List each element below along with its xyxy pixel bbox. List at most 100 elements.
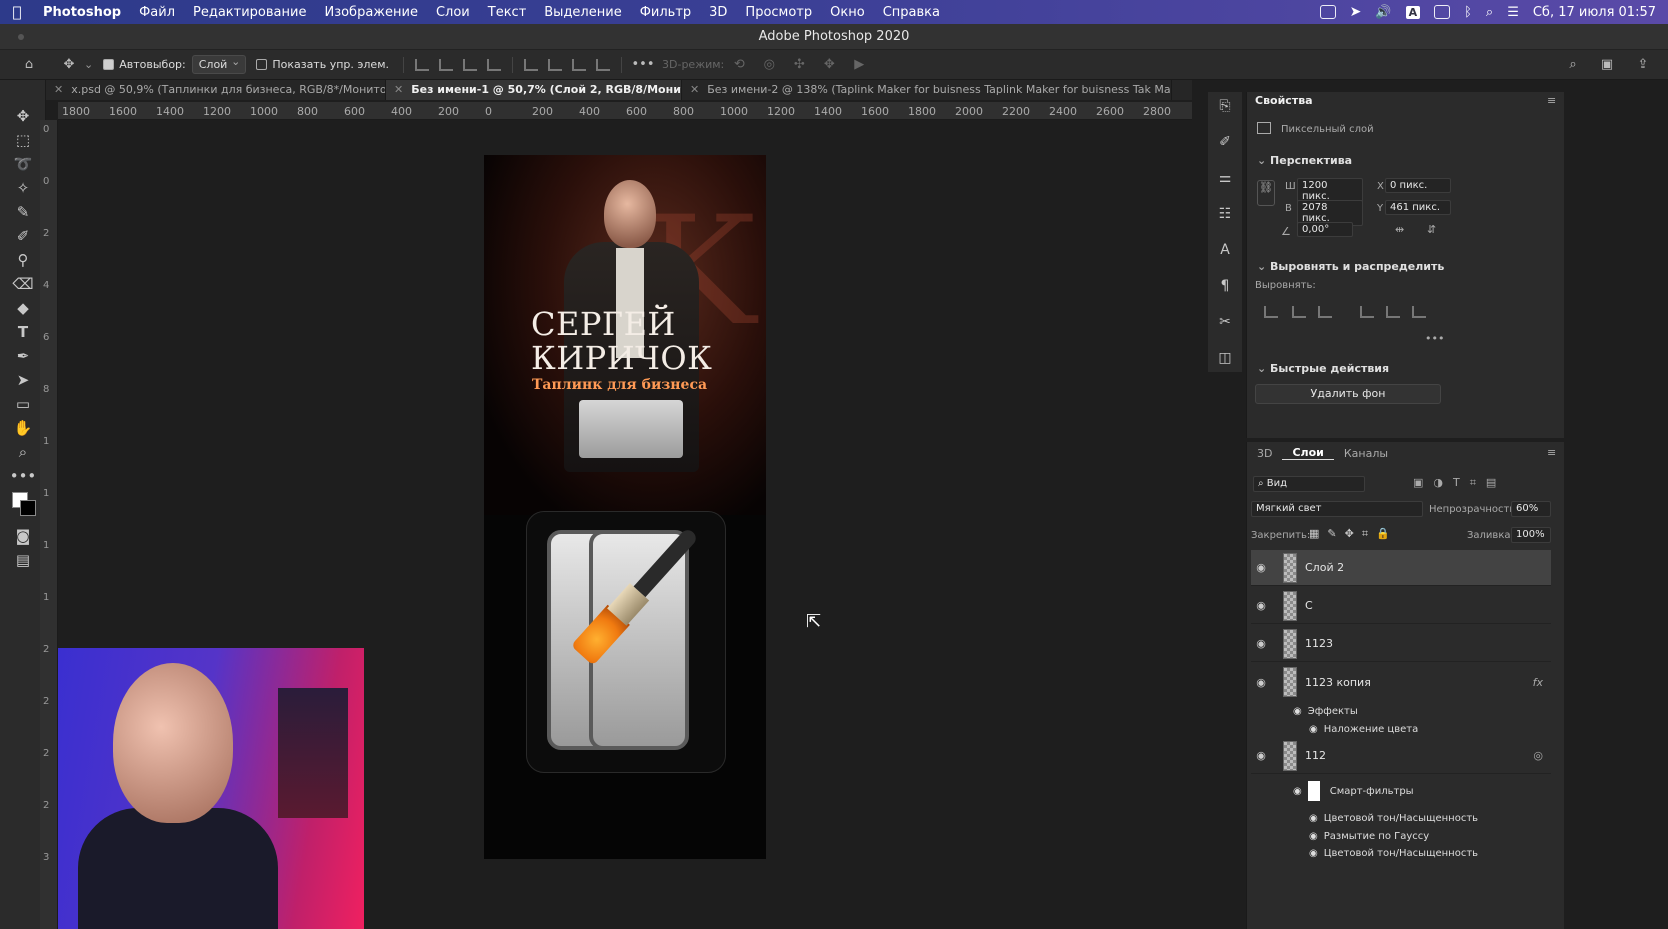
menu-view[interactable]: Просмотр bbox=[736, 5, 821, 20]
menu-file[interactable]: Файл bbox=[130, 5, 184, 20]
search-icon[interactable]: ⌕ bbox=[1562, 55, 1584, 75]
smart-object-icon[interactable]: ◎ bbox=[1533, 749, 1543, 762]
tab-document-1[interactable]: ✕ x.psd @ 50,9% (Таплинки для бизнеса, RG… bbox=[46, 80, 386, 100]
battery-icon[interactable] bbox=[1434, 5, 1451, 19]
roll-3d-icon[interactable]: ◎ bbox=[758, 55, 780, 75]
more-options-icon[interactable]: ••• bbox=[632, 55, 655, 75]
distribute-v-icon[interactable] bbox=[596, 58, 610, 71]
eye-icon[interactable]: ◉ bbox=[1251, 749, 1271, 762]
panel-menu-icon[interactable]: ≡ bbox=[1547, 446, 1556, 459]
y-field[interactable]: 461 пикс. bbox=[1385, 200, 1451, 215]
screenshot-icon[interactable] bbox=[1319, 5, 1336, 19]
share-icon[interactable]: ⇪ bbox=[1632, 55, 1654, 75]
tab-3d[interactable]: 3D bbox=[1247, 447, 1282, 460]
apple-icon[interactable]:  bbox=[0, 3, 34, 21]
eye-icon[interactable]: ◉ bbox=[1293, 786, 1302, 797]
panel-menu-icon[interactable]: ≡ bbox=[1547, 94, 1556, 107]
fill-field[interactable]: 100% bbox=[1511, 527, 1551, 543]
align-center-h-icon[interactable] bbox=[439, 58, 453, 71]
align-top-icon[interactable] bbox=[524, 58, 538, 71]
menu-clock[interactable]: Сб, 17 июля 01:57 bbox=[1533, 5, 1656, 20]
lock-icons[interactable]: ▦✎✥⌗🔒 bbox=[1309, 527, 1398, 541]
search-icon[interactable]: ⌕ bbox=[1486, 5, 1493, 20]
link-icon[interactable]: ⛓ bbox=[1257, 180, 1275, 206]
blend-mode-dropdown[interactable]: Мягкий свет bbox=[1251, 501, 1423, 517]
document-canvas[interactable]: K СЕРГЕЙ КИРИЧОК Таплинк для бизнеса bbox=[484, 155, 766, 859]
eye-icon[interactable]: ◉ bbox=[1309, 724, 1318, 735]
menu-text[interactable]: Текст bbox=[479, 5, 536, 20]
fx-icon[interactable]: fx bbox=[1533, 676, 1543, 689]
remove-background-button[interactable]: Удалить фон bbox=[1255, 384, 1441, 404]
menu-edit[interactable]: Редактирование bbox=[184, 5, 315, 20]
eye-icon[interactable]: ◉ bbox=[1309, 831, 1318, 842]
control-center-icon[interactable]: ☰ bbox=[1507, 5, 1519, 20]
eye-icon[interactable]: ◉ bbox=[1251, 599, 1271, 612]
layer-row[interactable]: ◉ 1123 копия fx bbox=[1251, 664, 1551, 700]
volume-icon[interactable]: 🔊 bbox=[1375, 5, 1391, 20]
paragraph-icon[interactable]: ¶ bbox=[1208, 272, 1242, 300]
menu-filter[interactable]: Фильтр bbox=[631, 5, 700, 20]
angle-field[interactable]: 0,00° bbox=[1297, 222, 1353, 237]
more-icon[interactable]: ••• bbox=[1425, 332, 1444, 345]
align-bottom-icon[interactable] bbox=[572, 58, 586, 71]
eye-icon[interactable]: ◉ bbox=[1293, 706, 1302, 717]
align-right-icon[interactable] bbox=[1318, 306, 1332, 318]
flip-vertical-icon[interactable]: ⇵ bbox=[1427, 223, 1436, 236]
eye-icon[interactable]: ◉ bbox=[1251, 676, 1271, 689]
smart-filter-row[interactable]: ◉ Цветовой тон/Насыщенность bbox=[1309, 809, 1478, 827]
orbit-3d-icon[interactable]: ⟲ bbox=[728, 55, 750, 75]
align-left-icon[interactable] bbox=[1264, 306, 1278, 318]
menu-select[interactable]: Выделение bbox=[535, 5, 630, 20]
align-left-icon[interactable] bbox=[415, 58, 429, 71]
align-middle-v-icon[interactable] bbox=[548, 58, 562, 71]
input-language-icon[interactable]: A bbox=[1405, 5, 1421, 19]
eye-icon[interactable]: ◉ bbox=[1251, 561, 1271, 574]
window-control-dot[interactable] bbox=[18, 34, 24, 40]
menu-layers[interactable]: Слои bbox=[427, 5, 479, 20]
move-tool-icon[interactable]: ✥ bbox=[58, 55, 80, 75]
tab-document-3[interactable]: ✕ Без имени-2 @ 138% (Taplink Maker for b… bbox=[682, 80, 1172, 100]
layer-row[interactable]: ◉ Слой 2 bbox=[1251, 550, 1551, 586]
smart-filter-row[interactable]: ◉ Размытие по Гауссу bbox=[1309, 827, 1429, 845]
menu-help[interactable]: Справка bbox=[874, 5, 949, 20]
layer-row[interactable]: ◉ 1123 bbox=[1251, 626, 1551, 662]
show-controls-checkbox[interactable] bbox=[256, 59, 268, 70]
perspective-section[interactable]: Перспектива bbox=[1251, 154, 1352, 167]
close-icon[interactable]: ✕ bbox=[394, 83, 403, 96]
align-right-icon[interactable] bbox=[463, 58, 477, 71]
tool-preset-dropdown-icon[interactable]: ⌄ bbox=[84, 58, 93, 71]
x-field[interactable]: 0 пикс. bbox=[1385, 178, 1451, 193]
character-icon[interactable]: A bbox=[1208, 236, 1242, 264]
slide-3d-icon[interactable]: ✥ bbox=[818, 55, 840, 75]
filter-icons[interactable]: ▣◑T⌗▤ bbox=[1413, 476, 1506, 490]
tab-layers[interactable]: Слои bbox=[1282, 446, 1334, 460]
align-section[interactable]: Выровнять и распределить bbox=[1251, 260, 1444, 273]
history-icon[interactable]: ⎘ bbox=[1208, 92, 1242, 120]
menu-3d[interactable]: 3D bbox=[700, 5, 736, 20]
align-bottom-icon[interactable] bbox=[1412, 306, 1426, 318]
eye-icon[interactable]: ◉ bbox=[1309, 813, 1318, 824]
tools-preset-icon[interactable]: ✂ bbox=[1208, 308, 1242, 336]
bluetooth-icon[interactable]: ᛒ bbox=[1464, 5, 1472, 20]
eye-icon[interactable]: ◉ bbox=[1251, 637, 1271, 650]
close-icon[interactable]: ✕ bbox=[690, 83, 699, 96]
menu-app-name[interactable]: Photoshop bbox=[34, 5, 130, 20]
quick-actions-section[interactable]: Быстрые действия bbox=[1251, 362, 1389, 375]
layer-row[interactable]: ◉ С bbox=[1251, 588, 1551, 624]
close-icon[interactable]: ✕ bbox=[54, 83, 63, 96]
layer-filter-dropdown[interactable]: ⌕ Вид bbox=[1253, 476, 1365, 492]
brush-settings-icon[interactable]: ✐ bbox=[1208, 128, 1242, 156]
effects-row[interactable]: ◉ Эффекты bbox=[1293, 702, 1358, 720]
workspace-icon[interactable]: ▣ bbox=[1596, 55, 1618, 75]
autoselect-checkbox[interactable] bbox=[103, 59, 115, 70]
adjustments-icon[interactable]: ⚌ bbox=[1208, 164, 1242, 192]
smart-filter-row[interactable]: ◉ Цветовой тон/Насыщенность bbox=[1309, 844, 1478, 862]
home-icon[interactable]: ⌂ bbox=[18, 55, 40, 75]
opacity-field[interactable]: 60% bbox=[1511, 501, 1551, 517]
cube-icon[interactable]: ◫ bbox=[1208, 344, 1242, 372]
tab-document-2[interactable]: ✕ Без имени-1 @ 50,7% (Слой 2, RGB/8/Мони… bbox=[386, 80, 682, 100]
align-middle-icon[interactable] bbox=[1386, 306, 1400, 318]
libraries-icon[interactable]: ☷ bbox=[1208, 200, 1242, 228]
align-center-icon[interactable] bbox=[1292, 306, 1306, 318]
filter-mask-thumbnail[interactable] bbox=[1307, 781, 1320, 801]
